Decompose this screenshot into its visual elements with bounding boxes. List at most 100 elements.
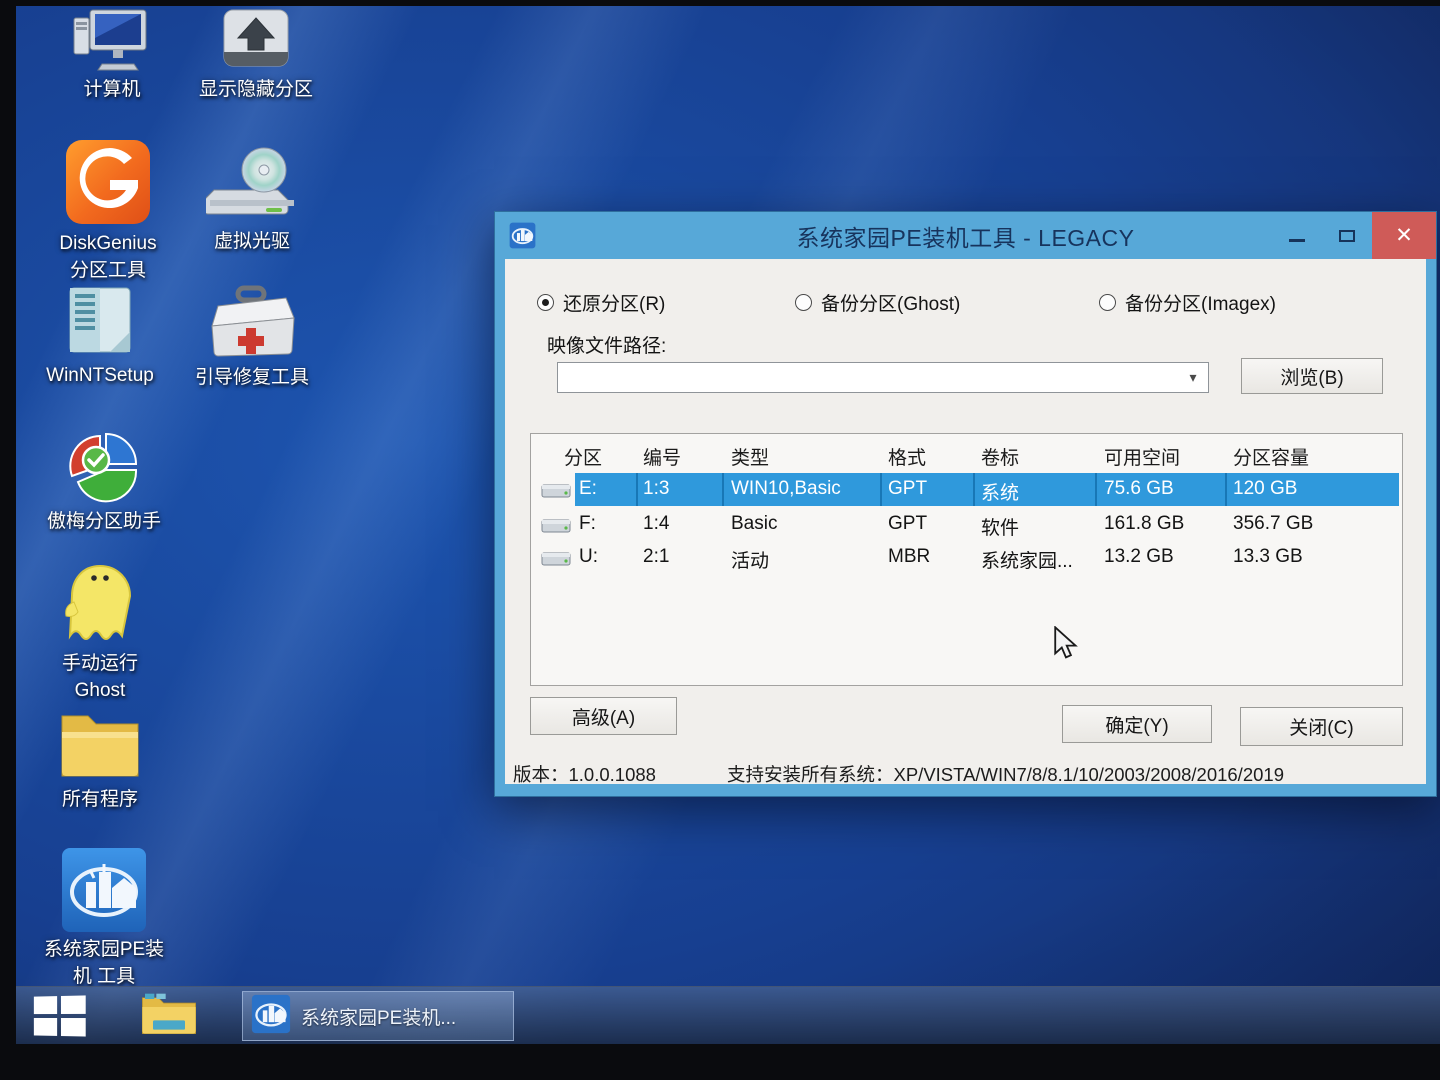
cell-free: 13.2 GB	[1104, 546, 1174, 568]
column-header[interactable]: 格式	[888, 443, 926, 470]
column-header[interactable]: 分区	[564, 443, 602, 470]
image-path-label: 映像文件路径:	[547, 331, 666, 358]
folder-icon	[22, 702, 178, 784]
column-header[interactable]: 可用空间	[1104, 443, 1180, 470]
pe-installer-window: 系统家园PE装机工具 - LEGACY ✕ 还原分区(R) 备份分区(Ghost…	[494, 211, 1437, 797]
cell-number: 2:1	[643, 546, 669, 568]
virtual-cd-icon	[174, 144, 330, 226]
file-explorer-button[interactable]	[134, 993, 204, 1041]
cell-free: 161.8 GB	[1104, 513, 1184, 535]
version-text: 版本：1.0.0.1088	[513, 761, 656, 787]
cell-type: Basic	[731, 513, 777, 535]
supported-systems-text: 支持安装所有系统：XP/VISTA/WIN7/8/8.1/10/2003/200…	[727, 761, 1284, 787]
desktop-icon-label: 傲梅分区助手	[20, 510, 188, 533]
desktop-icon-pe-tool[interactable]: 系统家园PE装 机 工具	[22, 846, 186, 988]
winntsetup-icon	[22, 284, 178, 360]
cell-free: 75.6 GB	[1104, 478, 1174, 500]
column-header[interactable]: 编号	[643, 443, 681, 470]
drive-icon	[541, 479, 571, 505]
diskgenius-icon	[30, 138, 186, 228]
radio-backup-ghost[interactable]: 备份分区(Ghost)	[795, 289, 960, 316]
cell-capacity: 13.3 GB	[1233, 546, 1303, 568]
cell-capacity: 120 GB	[1233, 478, 1297, 500]
table-row[interactable]: U: 2:1 活动 MBR 系统家园... 13.2 GB 13.3 GB	[531, 541, 1402, 574]
cell-partition: F:	[579, 513, 596, 535]
window-titlebar[interactable]: 系统家园PE装机工具 - LEGACY ✕	[495, 212, 1436, 259]
radio-backup-imagex[interactable]: 备份分区(Imagex)	[1099, 289, 1276, 316]
chevron-down-icon[interactable]: ▾	[1178, 363, 1208, 392]
advanced-button[interactable]: 高级(A)	[530, 697, 677, 735]
partition-assistant-icon	[20, 430, 188, 506]
radio-circle	[1099, 294, 1116, 311]
desktop-icon-winntsetup[interactable]: WinNTSetup	[22, 284, 178, 387]
desktop-icon-partition-assistant[interactable]: 傲梅分区助手	[20, 430, 188, 533]
cell-partition: E:	[579, 478, 597, 500]
close-icon[interactable]: ✕	[1372, 212, 1436, 259]
explorer-folder-icon	[138, 991, 200, 1044]
window-client-area: 还原分区(R) 备份分区(Ghost) 备份分区(Imagex) 映像文件路径:…	[505, 259, 1426, 784]
desktop-icon-label: WinNTSetup	[22, 364, 178, 387]
ghost-icon	[22, 562, 178, 648]
drive-icon	[541, 547, 571, 573]
cell-format: GPT	[888, 478, 927, 500]
desktop-icon-label-2: Ghost	[22, 679, 178, 702]
drive-icon	[541, 514, 571, 540]
desktop-icon-label: DiskGenius	[30, 232, 186, 255]
computer-icon	[34, 8, 190, 74]
desktop-icon-label: 计算机	[34, 78, 190, 101]
cell-volume: 软件	[981, 513, 1019, 540]
cell-number: 1:3	[643, 478, 669, 500]
minimize-button[interactable]	[1272, 212, 1322, 259]
start-button[interactable]	[34, 995, 88, 1038]
taskbar-item-label: 系统家园PE装机...	[301, 1003, 456, 1030]
table-row[interactable]: E: 1:3 WIN10,Basic GPT 系统 75.6 GB 120 GB	[531, 473, 1402, 506]
desktop-icon-label: 虚拟光驱	[174, 230, 330, 253]
windows-logo-icon	[34, 996, 57, 1014]
desktop-icon-run-ghost[interactable]: 手动运行 Ghost	[22, 562, 178, 702]
desktop-icon-label: 手动运行	[22, 652, 178, 675]
pe-tool-icon	[251, 994, 291, 1039]
radio-circle	[795, 294, 812, 311]
desktop-icon-virtual-cd[interactable]: 虚拟光驱	[174, 144, 330, 253]
desktop-icon-label: 显示隐藏分区	[172, 78, 340, 101]
taskbar: 系统家园PE装机...	[16, 986, 1440, 1044]
desktop: 计算机 显示隐藏分区 DiskGenius 分区工具	[16, 6, 1440, 1044]
cell-volume: 系统	[981, 478, 1019, 505]
show-hidden-partitions-icon	[172, 8, 340, 74]
desktop-icon-all-programs[interactable]: 所有程序	[22, 702, 178, 811]
radio-label: 还原分区(R)	[563, 289, 665, 316]
desktop-icon-label: 引导修复工具	[166, 366, 338, 389]
desktop-icon-boot-repair[interactable]: 引导修复工具	[166, 284, 338, 389]
column-header[interactable]: 分区容量	[1233, 443, 1309, 470]
taskbar-item-pe-tool[interactable]: 系统家园PE装机...	[242, 991, 514, 1041]
desktop-icon-diskgenius[interactable]: DiskGenius 分区工具	[30, 138, 186, 282]
desktop-icon-computer[interactable]: 计算机	[34, 8, 190, 101]
radio-label: 备份分区(Imagex)	[1125, 289, 1276, 316]
desktop-icon-label: 系统家园PE装	[22, 938, 186, 961]
boot-repair-icon	[166, 284, 338, 362]
desktop-icon-show-hidden-partitions[interactable]: 显示隐藏分区	[172, 8, 340, 101]
image-path-combobox[interactable]: ▾	[557, 362, 1209, 393]
cell-format: GPT	[888, 513, 927, 535]
pe-tool-icon	[22, 846, 186, 934]
desktop-icon-label-2: 机 工具	[22, 965, 186, 988]
maximize-button[interactable]	[1322, 212, 1372, 259]
column-header[interactable]: 类型	[731, 443, 769, 470]
cell-number: 1:4	[643, 513, 669, 535]
radio-circle	[537, 294, 554, 311]
column-header[interactable]: 卷标	[981, 443, 1019, 470]
cell-format: MBR	[888, 546, 930, 568]
browse-button[interactable]: 浏览(B)	[1241, 358, 1383, 394]
desktop-icon-label: 所有程序	[22, 788, 178, 811]
cell-volume: 系统家园...	[981, 546, 1073, 573]
desktop-icon-label-2: 分区工具	[30, 259, 186, 282]
cell-type: 活动	[731, 546, 769, 573]
ok-button[interactable]: 确定(Y)	[1062, 705, 1212, 743]
radio-restore-partition[interactable]: 还原分区(R)	[537, 289, 665, 316]
cell-partition: U:	[579, 546, 598, 568]
close-button[interactable]: 关闭(C)	[1240, 707, 1403, 746]
table-row[interactable]: F: 1:4 Basic GPT 软件 161.8 GB 356.7 GB	[531, 508, 1402, 541]
radio-label: 备份分区(Ghost)	[821, 289, 960, 316]
cell-capacity: 356.7 GB	[1233, 513, 1313, 535]
partition-table: 分区 编号 类型 格式 卷标 可用空间 分区容量 E: 1	[530, 433, 1403, 686]
